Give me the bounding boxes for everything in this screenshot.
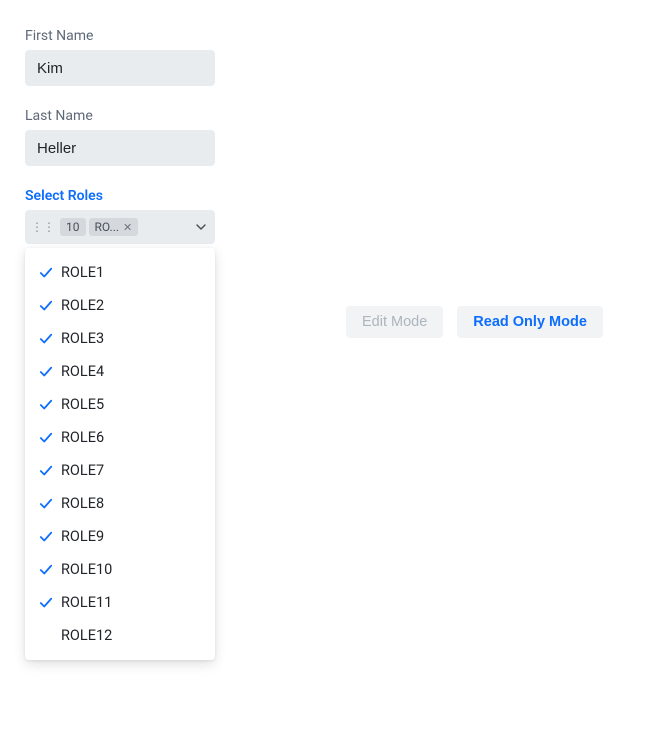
roles-option[interactable]: ROLE11 [25,586,215,619]
roles-option-label: ROLE3 [61,330,104,347]
roles-option[interactable]: ROLE3 [25,322,215,355]
edit-mode-button[interactable]: Edit Mode [346,306,443,338]
roles-dropdown: ROLE1 ROLE2 ROLE3 ROLE4 ROLE5 ROLE6 ROLE7 ROLE8… [25,248,215,660]
roles-option[interactable]: ROLE2 [25,289,215,322]
roles-option-label: ROLE7 [61,462,104,479]
roles-multiselect: ⋮⋮ 10 RO... ✕ ROLE1ROLE2ROLE3ROLE4ROLE5R… [25,210,215,244]
roles-option-label: ROLE9 [61,528,104,545]
roles-option-label: ROLE5 [61,396,104,413]
mode-buttons: Edit Mode Read Only Mode [346,306,603,338]
tag-remove-icon[interactable]: ✕ [123,221,132,234]
roles-label: Select Roles [25,188,657,204]
last-name-label: Last Name [25,108,657,124]
roles-tag: RO... ✕ [89,218,139,236]
roles-option-label: ROLE11 [61,594,112,611]
roles-group: Select Roles ⋮⋮ 10 RO... ✕ ROLE1ROLE2ROL… [25,188,657,244]
last-name-group: Last Name [25,108,657,166]
roles-option[interactable]: ROLE9 [25,520,215,553]
check-icon [39,266,53,280]
first-name-label: First Name [25,28,657,44]
last-name-input[interactable] [25,130,215,166]
roles-option[interactable]: ROLE1 [25,256,215,289]
first-name-group: First Name [25,28,657,86]
roles-option[interactable]: ROLE5 [25,388,215,421]
roles-count-badge: 10 [60,218,86,236]
roles-option-label: ROLE2 [61,297,104,314]
check-icon [39,596,53,610]
roles-option[interactable]: ROLE8 [25,487,215,520]
roles-tag-text: RO... [95,220,120,234]
check-icon [39,629,53,643]
check-icon [39,530,53,544]
roles-option[interactable]: ROLE4 [25,355,215,388]
roles-option-label: ROLE4 [61,363,104,380]
check-icon [39,431,53,445]
check-icon [39,365,53,379]
roles-option[interactable]: ROLE12 [25,619,215,652]
roles-tags: ⋮⋮ 10 RO... ✕ [31,218,138,236]
roles-option[interactable]: ROLE6 [25,421,215,454]
check-icon [39,398,53,412]
roles-control[interactable]: ⋮⋮ 10 RO... ✕ [25,210,215,244]
chevron-down-icon [195,221,207,233]
drag-handle-icon: ⋮⋮ [31,220,55,234]
check-icon [39,299,53,313]
check-icon [39,464,53,478]
roles-option-label: ROLE6 [61,429,104,446]
first-name-input[interactable] [25,50,215,86]
roles-option-label: ROLE10 [61,561,112,578]
roles-option-label: ROLE8 [61,495,104,512]
check-icon [39,497,53,511]
roles-option-label: ROLE12 [61,627,112,644]
read-only-mode-button[interactable]: Read Only Mode [457,306,603,338]
roles-option[interactable]: ROLE7 [25,454,215,487]
roles-option[interactable]: ROLE10 [25,553,215,586]
check-icon [39,332,53,346]
check-icon [39,563,53,577]
roles-option-label: ROLE1 [61,264,104,281]
